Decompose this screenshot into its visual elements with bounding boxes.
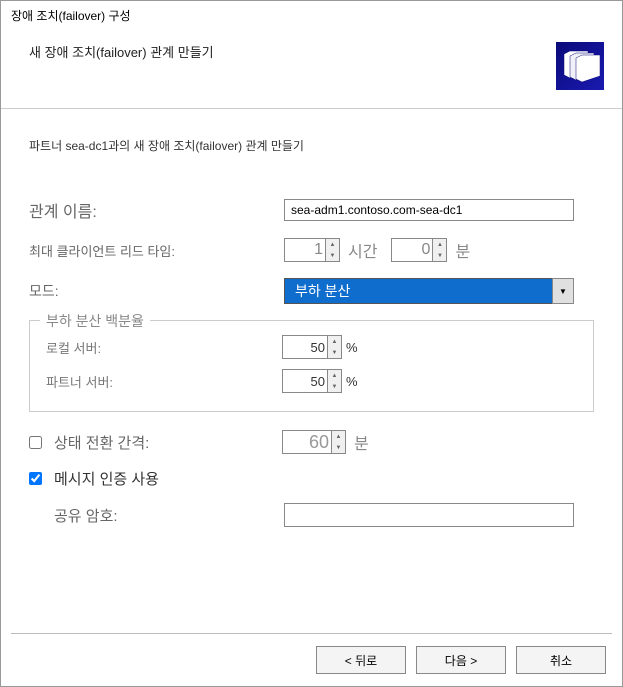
partner-arrows[interactable]: ▲ ▼ [327, 370, 341, 392]
minutes-spinner[interactable]: 0 ▲ ▼ [391, 238, 447, 262]
local-up-icon[interactable]: ▲ [328, 336, 341, 347]
partner-down-icon[interactable]: ▼ [328, 381, 341, 392]
load-balance-group-title: 부하 분산 백분율 [40, 311, 150, 331]
minutes-up-icon[interactable]: ▲ [433, 239, 446, 250]
local-server-label: 로컬 서버: [46, 338, 282, 357]
hours-up-icon[interactable]: ▲ [326, 239, 339, 250]
footer-separator [11, 633, 612, 634]
local-arrows[interactable]: ▲ ▼ [327, 336, 341, 358]
shared-secret-input[interactable] [284, 503, 574, 527]
wizard-subtitle: 새 장애 조치(failover) 관계 만들기 [29, 42, 214, 61]
wizard-header: 새 장애 조치(failover) 관계 만들기 [1, 28, 622, 108]
state-up-icon[interactable]: ▲ [332, 431, 345, 442]
partner-server-value: 50 [283, 374, 327, 389]
msg-auth-checkbox[interactable] [29, 472, 42, 485]
mode-select[interactable]: 부하 분산 ▼ [284, 278, 574, 304]
minutes-down-icon[interactable]: ▼ [433, 250, 446, 261]
state-interval-spinner[interactable]: 60 ▲ ▼ [282, 430, 346, 454]
partner-server-spinner[interactable]: 50 ▲ ▼ [282, 369, 342, 393]
load-balance-group: 부하 분산 백분율 로컬 서버: 50 ▲ ▼ % 파트너 서버: 50 ▲ ▼ [29, 320, 594, 412]
msg-auth-label: 메시지 인증 사용 [54, 468, 159, 489]
local-server-value: 50 [283, 340, 327, 355]
back-button[interactable]: < 뒤로 [316, 646, 406, 674]
state-interval-value: 60 [283, 432, 331, 453]
mode-label: 모드: [29, 281, 284, 301]
minutes-value: 0 [392, 241, 432, 259]
max-client-lead-label: 최대 클라이언트 리드 타임: [29, 241, 284, 260]
relation-name-label: 관계 이름: [29, 198, 284, 222]
hours-arrows[interactable]: ▲ ▼ [325, 239, 339, 261]
window-title: 장애 조치(failover) 구성 [1, 1, 622, 28]
local-down-icon[interactable]: ▼ [328, 347, 341, 358]
state-interval-label: 상태 전환 간격: [54, 432, 282, 453]
wizard-buttons: < 뒤로 다음 > 취소 [316, 646, 606, 674]
partner-server-label: 파트너 서버: [46, 372, 282, 391]
chevron-down-icon: ▼ [559, 287, 567, 296]
state-down-icon[interactable]: ▼ [332, 442, 345, 453]
hours-spinner[interactable]: 1 ▲ ▼ [284, 238, 340, 262]
next-button[interactable]: 다음 > [416, 646, 506, 674]
dropdown-button[interactable]: ▼ [552, 278, 574, 304]
hours-unit: 시간 [348, 238, 377, 262]
state-interval-unit: 분 [354, 430, 369, 454]
shared-secret-label: 공유 암호: [29, 505, 284, 526]
hours-value: 1 [285, 241, 325, 259]
cancel-button[interactable]: 취소 [516, 646, 606, 674]
intro-text: 파트너 sea-dc1과의 새 장애 조치(failover) 관계 만들기 [29, 137, 594, 154]
state-interval-arrows[interactable]: ▲ ▼ [331, 431, 345, 453]
partner-up-icon[interactable]: ▲ [328, 370, 341, 381]
partner-percent: % [346, 374, 358, 389]
wizard-content: 파트너 sea-dc1과의 새 장애 조치(failover) 관계 만들기 관… [1, 109, 622, 527]
minutes-arrows[interactable]: ▲ ▼ [432, 239, 446, 261]
relation-name-input[interactable] [284, 199, 574, 221]
state-interval-checkbox[interactable] [29, 436, 42, 449]
local-server-spinner[interactable]: 50 ▲ ▼ [282, 335, 342, 359]
hours-down-icon[interactable]: ▼ [326, 250, 339, 261]
minutes-unit: 분 [455, 238, 470, 262]
mode-select-value: 부하 분산 [284, 278, 574, 304]
folder-stack-icon [556, 42, 604, 90]
local-percent: % [346, 340, 358, 355]
